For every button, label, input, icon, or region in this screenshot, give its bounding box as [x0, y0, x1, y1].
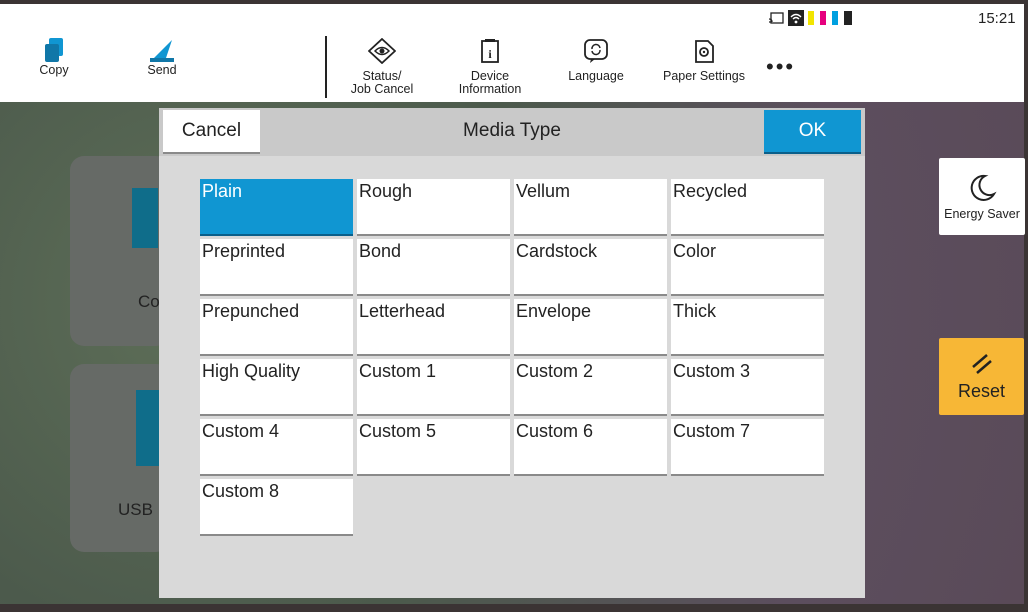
device-information-button[interactable]: i Device Information: [450, 38, 530, 96]
reset-icon: [971, 354, 992, 374]
device-information-label: Device Information: [458, 69, 522, 96]
dialog-title: Media Type: [463, 120, 561, 141]
language-icon: [584, 39, 608, 63]
language-button[interactable]: Language: [560, 38, 632, 83]
media-type-option[interactable]: Plain: [200, 179, 353, 234]
home-tile-label: Co: [138, 292, 160, 311]
send-button[interactable]: Send: [142, 36, 182, 77]
media-type-option[interactable]: Custom 8: [200, 479, 353, 534]
top-toolbar: 15:21 Copy Send Status/ Job Cancel i Dev…: [0, 4, 1024, 102]
media-type-option[interactable]: Rough: [357, 179, 510, 234]
media-type-grid: Plain Rough Vellum Recycled Preprinted Bond Ca…: [200, 179, 824, 534]
toner-levels-icon: [808, 11, 852, 25]
copy-button[interactable]: Copy: [36, 36, 72, 77]
paper-settings-label: Paper Settings: [663, 69, 745, 83]
energy-saver-button[interactable]: Energy Saver: [939, 158, 1025, 235]
home-tile-label: USB: [118, 500, 153, 519]
cancel-button[interactable]: Cancel: [163, 110, 260, 152]
status-job-cancel-label: Status/ Job Cancel: [350, 69, 414, 96]
copy-label: Copy: [39, 63, 69, 77]
reset-button[interactable]: Reset: [939, 338, 1024, 415]
toolbar-divider: [325, 36, 327, 98]
home-tile-copy: Co: [70, 156, 170, 346]
home-tile-usb: USB: [70, 364, 170, 552]
media-type-option[interactable]: Thick: [671, 299, 824, 354]
media-type-dialog: Media Type Cancel OK Plain Rough Vellum Rec…: [159, 108, 865, 598]
copy-icon: [45, 38, 63, 62]
media-type-option[interactable]: Custom 7: [671, 419, 824, 474]
media-type-option[interactable]: Custom 5: [357, 419, 510, 474]
status-job-cancel-button[interactable]: Status/ Job Cancel: [344, 38, 420, 96]
media-type-option[interactable]: Envelope: [514, 299, 667, 354]
media-type-option[interactable]: Letterhead: [357, 299, 510, 354]
reset-label: Reset: [957, 381, 1006, 401]
media-type-option[interactable]: Preprinted: [200, 239, 353, 294]
frame-bottom: [0, 604, 1028, 612]
media-type-option[interactable]: Custom 2: [514, 359, 667, 414]
clock: 15:21: [978, 10, 1016, 27]
media-type-option[interactable]: Prepunched: [200, 299, 353, 354]
cast-icon: [768, 12, 784, 24]
svg-text:i: i: [488, 47, 492, 61]
media-type-option[interactable]: Recycled: [671, 179, 824, 234]
dialog-header: Media Type Cancel OK: [159, 108, 865, 156]
ok-button[interactable]: OK: [764, 110, 861, 152]
media-type-option[interactable]: Cardstock: [514, 239, 667, 294]
media-type-option[interactable]: Custom 1: [357, 359, 510, 414]
wifi-icon: [788, 10, 804, 26]
energy-saver-label: Energy Saver: [944, 206, 1020, 221]
media-type-option[interactable]: Bond: [357, 239, 510, 294]
status-icons: [768, 10, 856, 26]
media-type-option[interactable]: Color: [671, 239, 824, 294]
frame-right: [1024, 0, 1028, 612]
more-button[interactable]: •••: [766, 54, 795, 80]
copy-icon: [132, 188, 158, 248]
paper-settings-icon: [695, 40, 714, 63]
media-type-option[interactable]: Custom 4: [200, 419, 353, 474]
paper-settings-button[interactable]: Paper Settings: [656, 38, 752, 83]
send-icon: [150, 40, 174, 62]
moon-icon: [970, 174, 997, 201]
media-type-option[interactable]: Custom 3: [671, 359, 824, 414]
device-info-icon: i: [481, 39, 499, 63]
media-type-option[interactable]: Vellum: [514, 179, 667, 234]
eye-icon: [368, 38, 396, 64]
language-label: Language: [568, 69, 624, 83]
media-type-option[interactable]: Custom 6: [514, 419, 667, 474]
media-type-option[interactable]: High Quality: [200, 359, 353, 414]
send-label: Send: [147, 63, 177, 77]
